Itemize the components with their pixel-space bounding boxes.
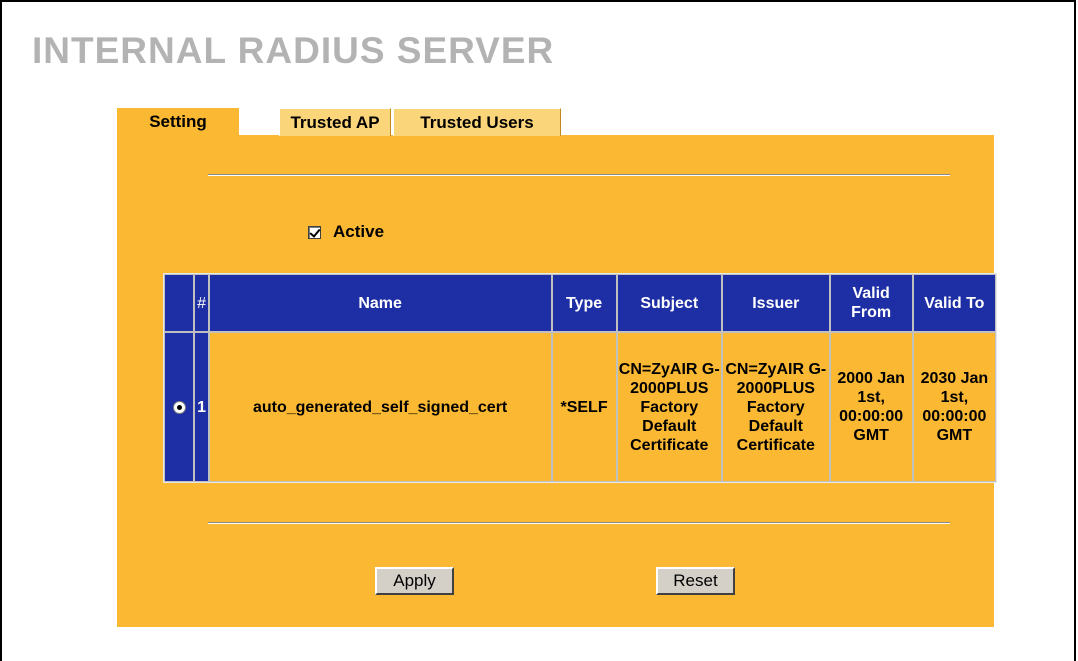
tab-trusted-ap[interactable]: Trusted AP (279, 108, 391, 136)
row-subject: CN=ZyAIR G-2000PLUS Factory Default Cert… (616, 332, 723, 482)
header-type: Type (551, 274, 617, 332)
checkmark-icon (309, 225, 321, 238)
row-valid-to: 2030 Jan 1st, 00:00:00 GMT (912, 332, 996, 482)
active-label: Active (333, 222, 385, 241)
tab-setting[interactable]: Setting (117, 108, 239, 136)
reset-button[interactable]: Reset (656, 567, 735, 595)
apply-button[interactable]: Apply (375, 567, 454, 595)
certificate-table: # Name Type Subject Issuer Valid From Va… (163, 273, 997, 483)
page-title: INTERNAL RADIUS SERVER (32, 30, 555, 71)
header-subject: Subject (616, 274, 723, 332)
bottom-divider (208, 522, 950, 524)
row-valid-from: 2000 Jan 1st, 00:00:00 GMT (829, 332, 913, 482)
active-option: Active (308, 222, 384, 242)
header-issuer: Issuer (722, 274, 830, 332)
header-select (164, 274, 195, 332)
top-divider (208, 174, 950, 176)
table-row: 1 auto_generated_self_signed_cert *SELF … (164, 332, 996, 482)
row-select-cell (164, 332, 195, 482)
row-name: auto_generated_self_signed_cert (208, 332, 552, 482)
tab-trusted-users[interactable]: Trusted Users (393, 108, 561, 136)
radio-dot-icon (176, 404, 182, 410)
row-radio[interactable] (172, 400, 186, 414)
row-issuer: CN=ZyAIR G-2000PLUS Factory Default Cert… (722, 332, 830, 482)
active-checkbox[interactable] (308, 225, 321, 239)
header-valid-from: Valid From (829, 274, 913, 332)
header-valid-to: Valid To (912, 274, 996, 332)
table-header-row: # Name Type Subject Issuer Valid From Va… (164, 274, 996, 332)
row-type: *SELF (551, 332, 617, 482)
row-number: 1 (194, 332, 209, 482)
header-number: # (194, 274, 209, 332)
header-name: Name (208, 274, 552, 332)
